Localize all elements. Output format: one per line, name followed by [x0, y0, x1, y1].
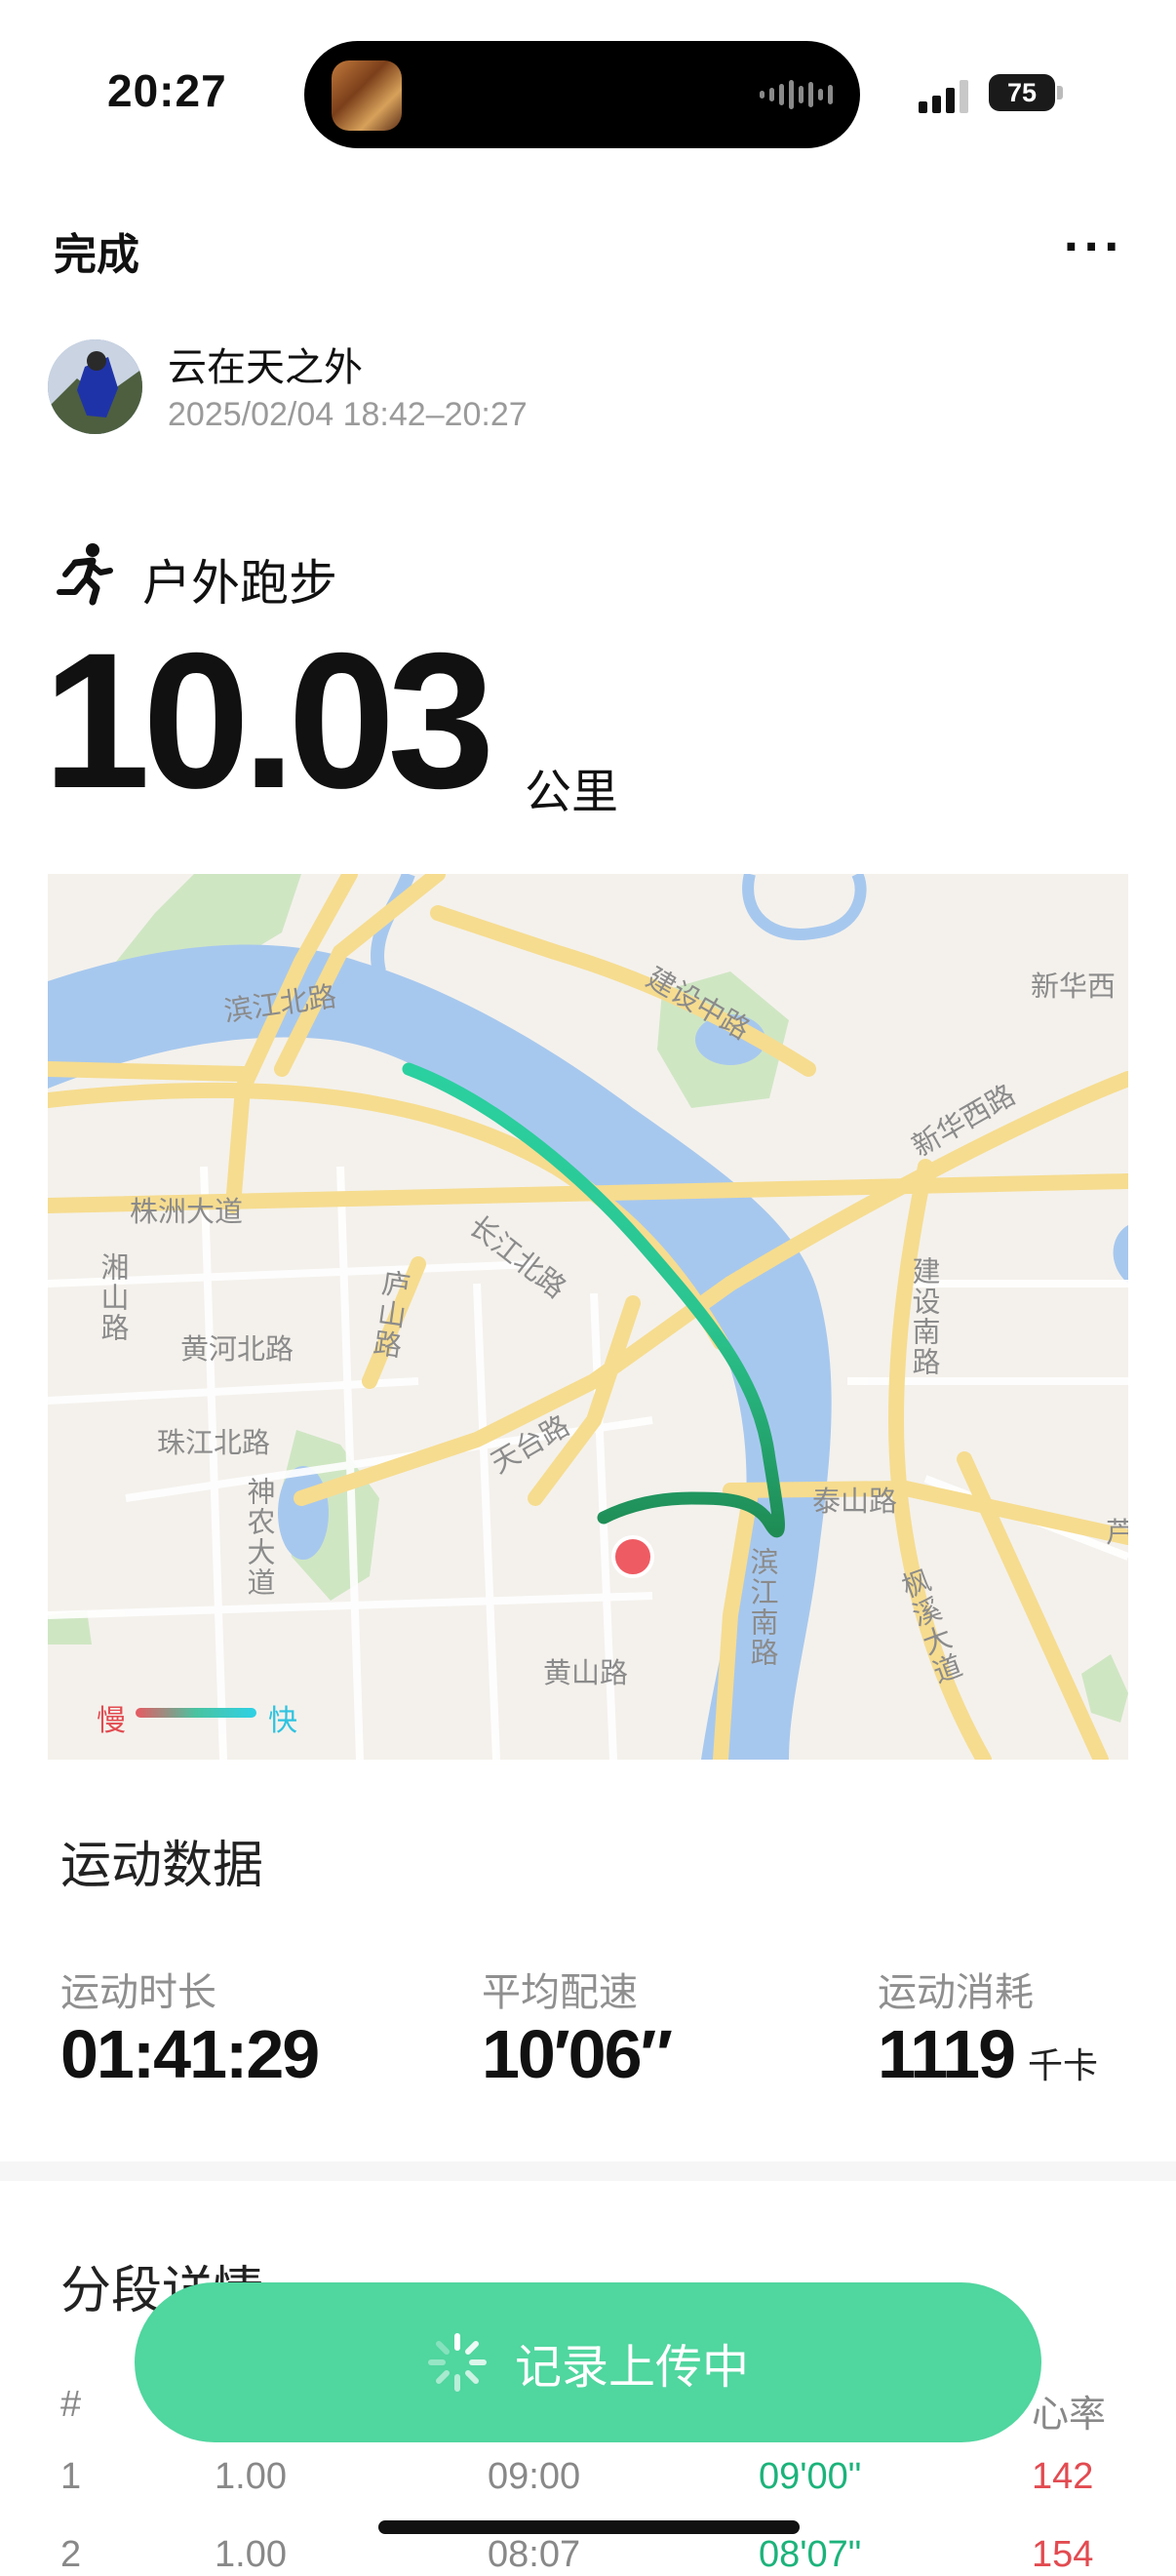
- route-map[interactable]: 滨江北路 建设中路 新华西 新华西路 株洲大道 长江北路 湘山路 庐山路 黄河北…: [48, 874, 1128, 1760]
- distance-value: 10.03: [43, 613, 494, 828]
- segment-distance: 1.00: [215, 2456, 287, 2497]
- segment-distance: 1.00: [215, 2534, 287, 2575]
- segments-header-heart-rate: 心率: [1032, 2395, 1107, 2436]
- audio-wave-icon: [760, 74, 833, 115]
- duration-label: 运动时长: [60, 1970, 216, 2015]
- more-options-button[interactable]: ···: [1063, 222, 1123, 272]
- pace-value: 10′06″: [482, 2016, 673, 2092]
- segment-heart-rate: 154: [1032, 2534, 1094, 2575]
- upload-status-label: 记录上传中: [514, 2340, 749, 2395]
- pace-label: 平均配速: [482, 1970, 638, 2015]
- segment-pace: 09'00": [759, 2456, 862, 2497]
- segment-time: 08:07: [488, 2534, 581, 2575]
- legend-fast-label: 快: [268, 1704, 297, 1738]
- calories-label: 运动消耗: [878, 1970, 1034, 2015]
- user-name[interactable]: 云在天之外: [168, 336, 363, 392]
- avatar-image: [48, 339, 142, 434]
- legend-slow-label: 慢: [97, 1704, 126, 1738]
- loading-spinner-icon: [427, 2333, 487, 2392]
- home-indicator[interactable]: [378, 2520, 800, 2534]
- battery-tip: [1057, 86, 1063, 99]
- dynamic-island[interactable]: [304, 41, 860, 148]
- cellular-signal-icon: [919, 76, 968, 113]
- now-playing-artwork: [332, 60, 402, 131]
- duration-value: 01:41:29: [60, 2016, 320, 2092]
- activity-type: 户外跑步: [142, 555, 337, 612]
- running-icon: [57, 543, 113, 606]
- segment-index: 1: [60, 2456, 82, 2497]
- segment-heart-rate: 142: [1032, 2456, 1094, 2497]
- section-divider: [0, 2161, 1176, 2181]
- status-time: 20:27: [107, 65, 227, 116]
- segment-pace: 08'07": [759, 2534, 862, 2575]
- route-start-marker: [611, 1535, 654, 1578]
- calories-number: 1119: [878, 2016, 1016, 2092]
- activity-datetime: 2025/02/04 18:42–20:27: [168, 396, 528, 433]
- segment-index: 2: [60, 2534, 82, 2575]
- route-line: [136, 1062, 785, 1718]
- calories-value: 1119 千卡: [878, 2015, 1098, 2093]
- done-button[interactable]: 完成: [54, 219, 139, 282]
- distance-unit: 公里: [525, 765, 619, 819]
- stats-title: 运动数据: [60, 1837, 264, 1895]
- pace-legend-bar: [136, 1708, 256, 1718]
- battery-icon: 75: [989, 74, 1055, 111]
- segments-header-index: #: [60, 2384, 82, 2425]
- upload-status-button[interactable]: 记录上传中: [135, 2282, 1041, 2442]
- calories-unit: 千卡: [1028, 2045, 1099, 2085]
- user-avatar[interactable]: [48, 339, 142, 434]
- segment-time: 09:00: [488, 2456, 581, 2497]
